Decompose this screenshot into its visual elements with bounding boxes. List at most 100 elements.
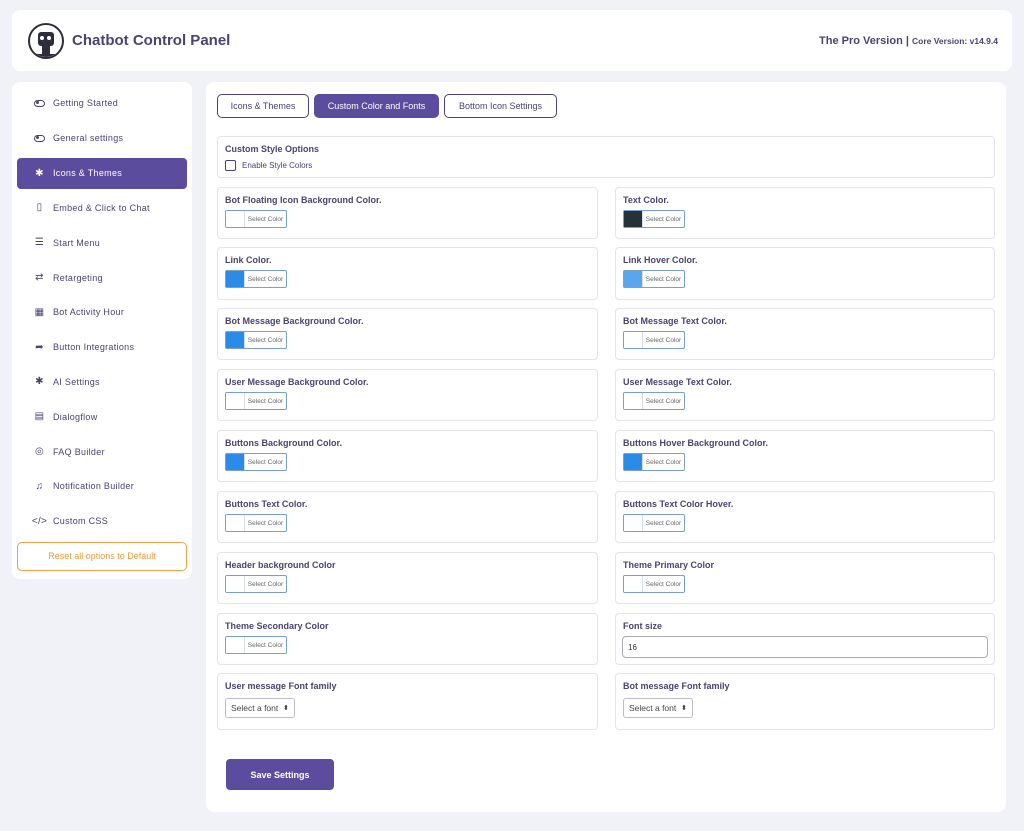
- menu-icon: ☰: [34, 237, 45, 249]
- sidebar-item-label: AI Settings: [53, 376, 100, 387]
- core-version: Core Version: v14.9.4: [912, 35, 998, 46]
- sidebar-item-custom-css[interactable]: </> Custom CSS: [17, 504, 187, 539]
- color-swatch: [226, 576, 244, 592]
- gear-icon: ✱: [35, 167, 44, 179]
- bell-icon: ♫: [35, 480, 44, 492]
- user-message-bg-picker[interactable]: Select Color: [225, 392, 287, 410]
- color-swatch: [226, 211, 244, 227]
- color-swatch: [624, 211, 642, 227]
- enable-style-colors-checkbox[interactable]: [225, 160, 236, 171]
- sidebar-item-button-integrations[interactable]: ➦ Button Integrations: [17, 330, 187, 365]
- select-color-label: Select Color: [642, 271, 684, 287]
- sidebar-item-label: Custom CSS: [53, 516, 109, 527]
- enable-style-colors-label: Enable Style Colors: [242, 161, 313, 170]
- field-label: Buttons Hover Background Color.: [623, 438, 769, 448]
- chatbot-logo-icon: [28, 22, 64, 59]
- sidebar-item-label: Start Menu: [53, 237, 101, 248]
- bot-message-text-picker[interactable]: Select Color: [623, 331, 685, 349]
- buttons-hover-bg-picker[interactable]: Select Color: [623, 453, 685, 471]
- select-color-label: Select Color: [642, 454, 684, 470]
- field-label: Theme Secondary Color: [225, 621, 329, 631]
- version-separator: |: [902, 34, 912, 47]
- sidebar-item-retargeting[interactable]: ⇄ Retargeting: [17, 260, 187, 295]
- select-value: Select a font: [231, 703, 279, 713]
- field-label: User Message Text Color.: [623, 377, 732, 387]
- color-swatch: [624, 271, 642, 287]
- theme-primary-picker[interactable]: Select Color: [623, 575, 685, 593]
- buttons-bg-picker[interactable]: Select Color: [225, 453, 287, 471]
- color-swatch: [226, 332, 244, 348]
- sidebar-item-faq-builder[interactable]: ◎ FAQ Builder: [17, 434, 187, 469]
- text-color-picker[interactable]: Select Color: [623, 210, 685, 228]
- field-label: Link Color.: [225, 255, 272, 265]
- header-bg-picker[interactable]: Select Color: [225, 575, 287, 593]
- sidebar-item-label: Button Integrations: [53, 342, 135, 353]
- sidebar-item-label: FAQ Builder: [53, 446, 105, 457]
- tab-bottom-icon-settings[interactable]: Bottom Icon Settings: [444, 94, 557, 118]
- color-swatch: [226, 515, 244, 531]
- calendar-icon: ▦: [34, 306, 45, 318]
- link-hover-color-picker[interactable]: Select Color: [623, 270, 685, 288]
- bot-font-family-card: Bot message Font family Select a font ⬍: [615, 673, 995, 730]
- buttons-text-hover-picker[interactable]: Select Color: [623, 514, 685, 532]
- toggle-icon: [34, 134, 45, 142]
- user-message-bg-card: User Message Background Color. Select Co…: [217, 369, 598, 421]
- field-label: Font size: [623, 621, 663, 631]
- save-settings-button[interactable]: Save Settings: [226, 759, 334, 790]
- tab-icons-themes[interactable]: Icons & Themes: [217, 94, 309, 118]
- theme-secondary-picker[interactable]: Select Color: [225, 636, 287, 654]
- bot-message-text-card: Bot Message Text Color. Select Color: [615, 308, 995, 360]
- sidebar-item-getting-started[interactable]: Getting Started: [17, 86, 187, 121]
- color-swatch: [226, 393, 244, 409]
- brand: Chatbot Control Panel: [28, 22, 230, 59]
- user-font-family-card: User message Font family Select a font ⬍: [217, 673, 598, 730]
- select-arrows-icon: ⬍: [283, 705, 289, 712]
- main-panel: Icons & Themes Custom Color and Fonts Bo…: [206, 82, 1006, 812]
- color-swatch: [624, 393, 642, 409]
- field-label: Bot Floating Icon Background Color.: [225, 195, 382, 205]
- user-font-family-select[interactable]: Select a font ⬍: [225, 698, 295, 718]
- text-color-card: Text Color. Select Color: [615, 187, 995, 239]
- color-swatch: [226, 271, 244, 287]
- user-message-text-picker[interactable]: Select Color: [623, 392, 685, 410]
- link-color-picker[interactable]: Select Color: [225, 270, 287, 288]
- sidebar-item-embed-click-to-chat[interactable]: ▯ Embed & Click to Chat: [17, 191, 187, 226]
- sidebar-item-general-settings[interactable]: General settings: [17, 121, 187, 156]
- sidebar-item-label: Dialogflow: [53, 411, 98, 422]
- sidebar-item-label: Bot Activity Hour: [53, 307, 125, 318]
- bot-floating-icon-bg-card: Bot Floating Icon Background Color. Sele…: [217, 187, 598, 239]
- color-swatch: [226, 637, 244, 653]
- sidebar-item-label: General settings: [53, 133, 124, 144]
- field-label: Theme Primary Color: [623, 560, 715, 570]
- bot-message-bg-picker[interactable]: Select Color: [225, 331, 287, 349]
- field-label: Bot Message Background Color.: [225, 316, 364, 326]
- select-color-label: Select Color: [244, 332, 286, 348]
- color-swatch: [226, 454, 244, 470]
- select-color-label: Select Color: [244, 576, 286, 592]
- field-label: Link Hover Color.: [623, 255, 698, 265]
- sidebar-item-dialogflow[interactable]: ▤ Dialogflow: [17, 399, 187, 434]
- buttons-bg-card: Buttons Background Color. Select Color: [217, 430, 598, 482]
- sidebar-item-bot-activity-hour[interactable]: ▦ Bot Activity Hour: [17, 295, 187, 330]
- select-value: Select a font: [629, 703, 677, 713]
- dialogflow-icon: ▤: [34, 411, 45, 423]
- select-color-label: Select Color: [642, 515, 684, 531]
- select-arrows-icon: ⬍: [681, 705, 687, 712]
- share-icon: ➦: [35, 341, 44, 353]
- bot-font-family-select[interactable]: Select a font ⬍: [623, 698, 693, 718]
- sidebar-item-label: Embed & Click to Chat: [53, 202, 150, 213]
- version-info: The Pro Version | Core Version: v14.9.4: [819, 35, 998, 47]
- sidebar-item-start-menu[interactable]: ☰ Start Menu: [17, 225, 187, 260]
- reset-defaults-button[interactable]: Reset all options to Default: [17, 541, 187, 571]
- buttons-text-picker[interactable]: Select Color: [225, 514, 287, 532]
- sidebar-item-notification-builder[interactable]: ♫ Notification Builder: [17, 469, 187, 504]
- font-size-input[interactable]: 16: [622, 636, 988, 658]
- code-icon: </>: [31, 515, 48, 527]
- sidebar: Getting Started General settings ✱ Icons…: [12, 82, 192, 579]
- sidebar-item-ai-settings[interactable]: ✱ AI Settings: [17, 365, 187, 400]
- theme-secondary-card: Theme Secondary Color Select Color: [217, 613, 598, 665]
- tab-custom-color-fonts[interactable]: Custom Color and Fonts: [314, 94, 439, 118]
- bot-floating-icon-bg-picker[interactable]: Select Color: [225, 210, 287, 228]
- pro-version-link[interactable]: The Pro Version: [819, 35, 903, 47]
- sidebar-item-icons-themes[interactable]: ✱ Icons & Themes: [17, 157, 187, 189]
